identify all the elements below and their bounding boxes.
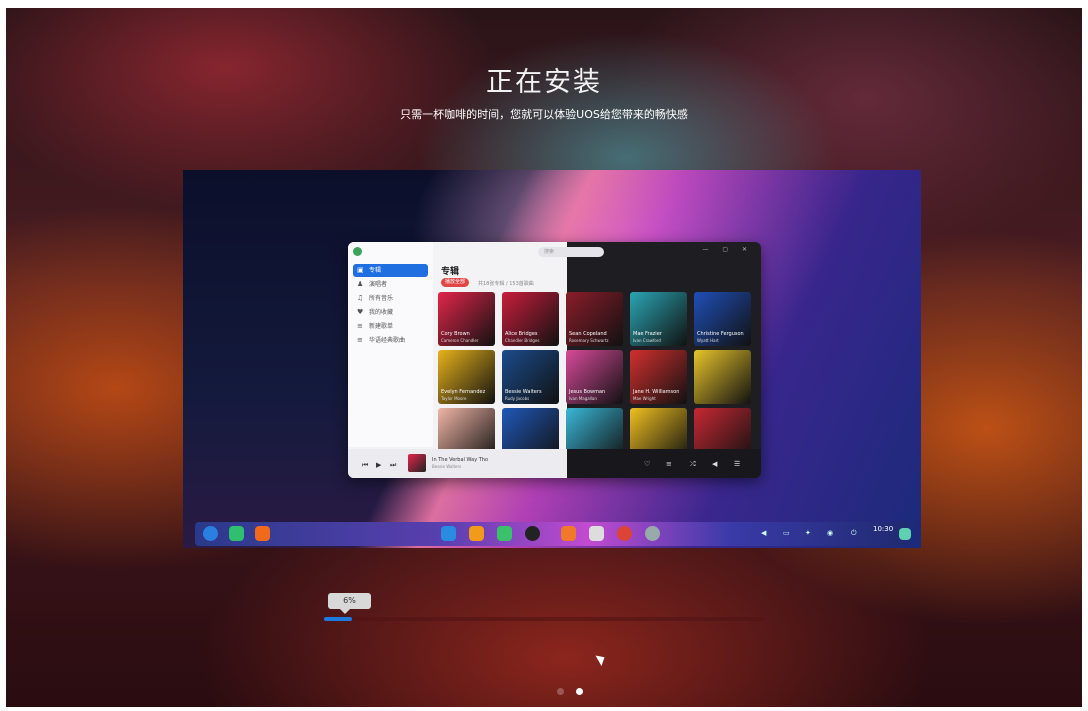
album-card: Jane H. Williamson Mae Wright	[630, 350, 687, 404]
album-artist: Rudy Jacobs	[505, 396, 530, 401]
playlist-icon: ☰	[734, 460, 741, 468]
settings-icon	[645, 526, 660, 541]
sidebar-item: ♥ 我的收藏	[353, 306, 428, 319]
window-controls: — ▢ ✕	[702, 246, 753, 253]
album-artist: Rosemary Schwartz	[569, 338, 609, 343]
page-title: 正在安装	[486, 67, 602, 98]
multitask-icon	[229, 526, 244, 541]
previous-icon: ⏮	[362, 461, 369, 469]
desktop-icon	[255, 526, 270, 541]
player-bar: ⏮ ▶ ⏭ In The Verbal Way Tho Bessie Walte…	[348, 449, 761, 478]
playlist-icon: ≡	[357, 336, 363, 344]
music-sidebar: ▣ 专辑 ♟ 演唱者 ♫ 所有音乐 ♥ 我的收藏 ≡ 新建歌单 ≡ 华语经典歌曲	[348, 242, 433, 447]
sidebar-item: ≡ 新建歌单	[353, 320, 428, 333]
app-store-icon	[469, 526, 484, 541]
song-count: 共18张专辑 / 153首歌曲	[478, 281, 534, 287]
album-artist: Taylor Moore	[441, 396, 467, 401]
album-card: Alice Bridges Chandler Bridges	[502, 292, 559, 346]
album-icon: ▣	[357, 266, 364, 274]
album-name: Evelyn Fernandez	[441, 389, 486, 395]
volume-icon: ◀	[712, 460, 718, 468]
album-name: Cory Brown	[441, 331, 470, 337]
slide-dot[interactable]	[557, 688, 564, 695]
desktop-preview: ▣ 专辑 ♟ 演唱者 ♫ 所有音乐 ♥ 我的收藏 ≡ 新建歌单 ≡ 华语经典歌曲 搜索 — ▢ ✕ 专…	[183, 170, 921, 548]
sound-icon: ◀	[761, 529, 767, 537]
music-icon	[497, 526, 512, 541]
favorite-icon: ♡	[644, 460, 651, 468]
album-name: Mae Frazier	[633, 331, 662, 337]
sidebar-item: ♟ 演唱者	[353, 278, 428, 291]
network-icon: ✦	[805, 529, 811, 537]
page-subtitle: 只需一杯咖啡的时间，您就可以体验UOS给您带来的畅快感	[400, 108, 688, 121]
bluetooth-icon: ◉	[827, 529, 834, 537]
browser-icon	[617, 526, 632, 541]
sidebar-item-label: 专辑	[369, 267, 382, 274]
now-playing-title: In The Verbal Way Tho	[432, 457, 489, 463]
album-artist: Wyatt Hart	[697, 338, 719, 343]
album-artist: Chandler Bridges	[505, 338, 540, 343]
mouse-cursor-icon	[595, 652, 608, 666]
album-name: Jane H. Williamson	[633, 389, 680, 395]
sidebar-item: ♫ 所有音乐	[353, 292, 428, 305]
installer-screen: 正在安装 只需一杯咖啡的时间，您就可以体验UOS给您带来的畅快感 ▣ 专辑 ♟ 演唱者…	[6, 8, 1082, 707]
album-card: Christine Ferguson Wyatt Hart	[694, 292, 751, 346]
music-app-window: ▣ 专辑 ♟ 演唱者 ♫ 所有音乐 ♥ 我的收藏 ≡ 新建歌单 ≡ 华语经典歌曲 搜索 — ▢ ✕ 专…	[348, 242, 761, 478]
sidebar-item-label: 演唱者	[369, 281, 388, 288]
album-card: Jesus Bowman Ivan Magallan	[566, 350, 623, 404]
sidebar-item-label: 华语经典歌曲	[369, 337, 406, 344]
music-note-icon: ♫	[357, 294, 364, 302]
album-artist: Cameron Chandler	[441, 338, 479, 343]
album-artist: Mae Wright	[633, 396, 656, 401]
sidebar-item-label: 新建歌单	[369, 323, 394, 330]
video-icon	[525, 526, 540, 541]
tooltip-arrow	[340, 609, 350, 614]
sidebar-item-label: 所有音乐	[369, 295, 394, 302]
album-name: Jesus Bowman	[569, 389, 606, 395]
photos-icon	[561, 526, 576, 541]
shuffle-icon: ⤮	[690, 460, 696, 468]
play-icon: ▶	[376, 461, 382, 469]
now-playing-artist: Bessie Walters	[432, 464, 462, 469]
file-manager-icon	[441, 526, 456, 541]
sidebar-item-label: 我的收藏	[369, 309, 394, 316]
next-icon: ⏭	[390, 461, 397, 469]
album-card: Bessie Walters Rudy Jacobs	[502, 350, 559, 404]
progress-track	[324, 617, 764, 621]
lyrics-icon: ≡	[666, 460, 672, 468]
progress-fill	[324, 617, 352, 621]
heart-icon: ♥	[357, 308, 364, 316]
keyboard-icon: ▭	[783, 529, 790, 537]
slide-dot[interactable]	[576, 688, 583, 695]
album-card	[694, 350, 751, 404]
album-name: Bessie Walters	[505, 389, 542, 395]
camera-icon	[589, 526, 604, 541]
launcher-icon	[203, 526, 218, 541]
artist-icon: ♟	[357, 280, 364, 288]
album-name: Christine Ferguson	[697, 331, 744, 337]
album-card: Evelyn Fernandez Taylor Moore	[438, 350, 495, 404]
album-card: Sean Copeland Rosemary Schwartz	[566, 292, 623, 346]
progress-tooltip: 6%	[328, 593, 371, 609]
album-name: Sean Copeland	[569, 331, 607, 337]
notification-icon	[899, 528, 911, 540]
search-input: 搜索	[538, 247, 604, 257]
play-all-button: 播放全部	[441, 278, 470, 287]
music-logo-icon	[353, 247, 362, 256]
album-card: Cory Brown Cameron Chandler	[438, 292, 495, 346]
slide-indicator	[551, 680, 589, 699]
sidebar-item: ▣ 专辑	[353, 264, 428, 277]
album-artist: Ivan Crawford	[633, 338, 661, 343]
dock: ◀ ▭ ✦ ◉ ⏻ 10:30	[195, 522, 911, 546]
power-icon: ⏻	[851, 529, 857, 537]
album-artist: Ivan Magallan	[569, 396, 597, 401]
clock: 10:30	[873, 525, 894, 533]
album-card: Mae Frazier Ivan Crawford	[630, 292, 687, 346]
album-name: Alice Bridges	[505, 331, 538, 337]
album-heading: 专辑	[441, 267, 460, 277]
now-playing-cover	[408, 454, 426, 472]
playlist-icon: ≡	[357, 322, 363, 330]
sidebar-item: ≡ 华语经典歌曲	[353, 334, 428, 347]
